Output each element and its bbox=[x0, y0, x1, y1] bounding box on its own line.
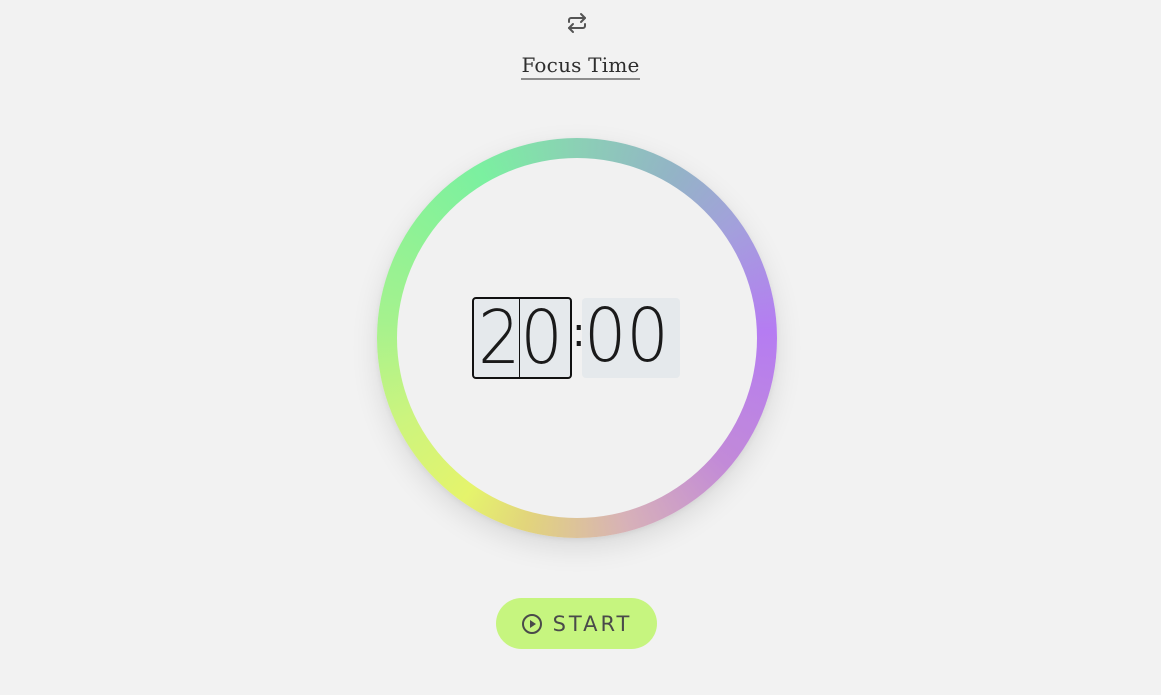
minutes-input[interactable]: 20 bbox=[472, 297, 572, 379]
repeat-arrows-icon bbox=[568, 13, 586, 33]
seconds-input[interactable]: 00 bbox=[582, 298, 680, 378]
seconds-value: 00 bbox=[584, 293, 669, 379]
start-label: START bbox=[552, 611, 633, 636]
minutes-value: 20 bbox=[478, 297, 563, 379]
mode-title-wrapper: Focus Time bbox=[0, 53, 1161, 80]
play-circle-icon bbox=[521, 613, 543, 635]
text-cursor bbox=[519, 299, 520, 377]
start-button[interactable]: START bbox=[496, 598, 657, 649]
time-separator: : bbox=[572, 310, 586, 356]
timer-page: Focus Time 20 : 00 START bbox=[0, 0, 1161, 695]
swap-mode-button[interactable] bbox=[563, 9, 591, 37]
mode-title[interactable]: Focus Time bbox=[521, 53, 640, 80]
time-display: 20 : 00 bbox=[472, 297, 682, 379]
